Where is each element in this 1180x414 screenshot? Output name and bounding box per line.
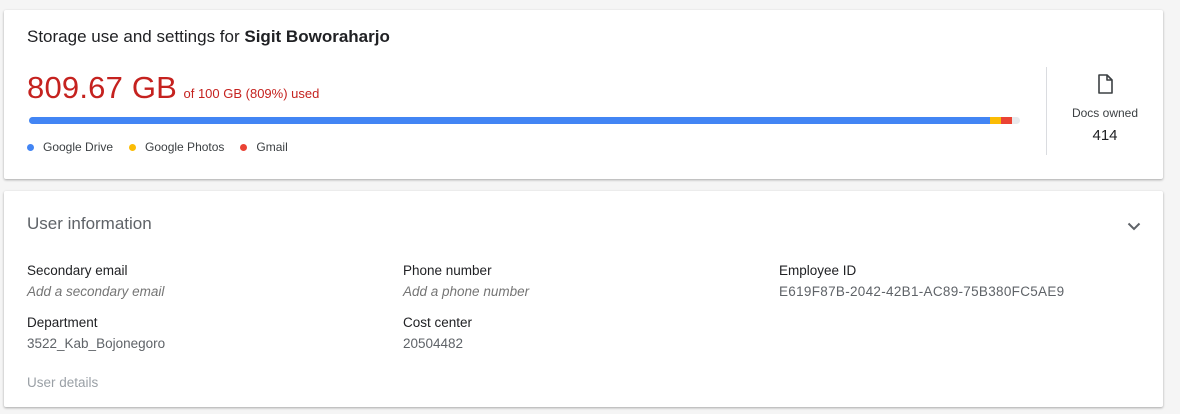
storage-user-name: Sigit Boworaharjo [244, 27, 390, 46]
cost-center-label: Cost center [403, 315, 473, 330]
user-information-card: User information Secondary email Add a s… [4, 191, 1163, 407]
legend-item-google-photos: Google Photos [129, 140, 224, 154]
storage-used-amount: 809.67 GB [27, 70, 178, 105]
employee-id-value: E619F87B-2042-42B1-AC89-75B380FC5AE9 [779, 284, 1065, 299]
docs-owned-label: Docs owned [1071, 106, 1139, 120]
field-employee-id: Employee ID E619F87B-2042-42B1-AC89-75B3… [779, 263, 1064, 299]
phone-number-value[interactable]: Add a phone number [403, 284, 529, 299]
secondary-email-label: Secondary email [27, 263, 128, 278]
bar-segment-google-drive [29, 117, 990, 124]
cost-center-value: 20504482 [403, 336, 464, 351]
legend-label-google-drive: Google Drive [43, 140, 114, 154]
docs-owned-box: Docs owned 414 [1047, 74, 1163, 144]
field-department: Department 3522_Kab_Bojonegoro [27, 315, 165, 351]
legend-dot-google-photos [129, 143, 137, 151]
legend-dot-google-drive [27, 143, 34, 151]
legend-item-google-drive: Google Drive [27, 140, 113, 154]
storage-used-detail: of 100 GB (809%) used [183, 86, 320, 101]
field-secondary-email: Secondary email Add a secondary email [27, 263, 164, 299]
storage-legend: Google Drive Google Photos Gmail [27, 140, 304, 154]
legend-label-gmail: Gmail [256, 140, 288, 154]
field-cost-center: Cost center 20504482 [403, 315, 472, 351]
storage-card: Storage use and settings for Sigit Bowor… [4, 10, 1163, 179]
user-information-title: User information [27, 214, 152, 233]
phone-number-label: Phone number [403, 263, 492, 278]
chevron-down-icon[interactable] [1127, 218, 1141, 236]
storage-usage: 809.67 GB of 100 GB (809%) used [27, 70, 319, 106]
department-value: 3522_Kab_Bojonegoro [27, 336, 166, 351]
department-label: Department [27, 315, 98, 330]
user-details-link[interactable]: User details [27, 375, 98, 390]
legend-dot-gmail [240, 143, 248, 151]
storage-usage-bar [29, 117, 1020, 124]
storage-title: Storage use and settings for Sigit Bowor… [27, 27, 390, 47]
docs-owned-count: 414 [1092, 127, 1118, 144]
field-phone-number: Phone number Add a phone number [403, 263, 529, 299]
storage-title-prefix: Storage use and settings for [27, 27, 240, 46]
legend-item-gmail: Gmail [240, 140, 288, 154]
bar-segment-gmail [1001, 117, 1012, 124]
secondary-email-value[interactable]: Add a secondary email [27, 284, 164, 299]
employee-id-label: Employee ID [779, 263, 857, 278]
legend-label-google-photos: Google Photos [145, 140, 225, 154]
bar-segment-google-photos [990, 117, 1001, 124]
document-icon [1047, 74, 1163, 94]
